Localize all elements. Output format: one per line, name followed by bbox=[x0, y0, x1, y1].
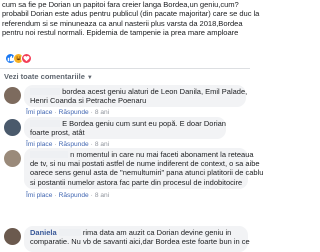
reply-link[interactable]: Răspunde bbox=[59, 141, 89, 148]
redacted-author bbox=[30, 88, 60, 95]
redacted-author bbox=[30, 120, 60, 127]
comments-header-label: Vezi toate comentariile bbox=[4, 72, 85, 81]
love-icon bbox=[21, 53, 32, 64]
comment-text: E Bordea geniu cum sunt eu popă. E doar … bbox=[62, 119, 226, 128]
avatar[interactable] bbox=[4, 228, 21, 245]
like-link[interactable]: Îmi place bbox=[26, 192, 52, 199]
like-link[interactable]: Îmi place bbox=[26, 109, 52, 116]
comment-bubble: bordea acest geniu alaturi de Leon Danil… bbox=[24, 85, 248, 107]
comment-text: bordea acest geniu alaturi de Leon Danil… bbox=[62, 87, 248, 96]
comment-bubble: E Bordea geniu cum sunt eu popă. E doar … bbox=[24, 117, 226, 139]
like-link[interactable]: Îmi place bbox=[26, 141, 52, 148]
divider bbox=[0, 68, 250, 69]
post-line: cum sa fie pe Dorian un papitoi fara cre… bbox=[2, 0, 239, 9]
comment-bubble: n momentul in care nu mai faceti aboname… bbox=[24, 148, 264, 189]
comment-text: foarte prost, atât bbox=[30, 128, 85, 138]
post-line: pentru noi restul normali. Epidemia de t… bbox=[2, 28, 239, 38]
reactions-bar bbox=[0, 51, 250, 67]
view-comments-toggle[interactable]: Vezi toate comentariile ▼ bbox=[4, 72, 93, 81]
comment-text: oarece sens genul asta de "nemultumiri" … bbox=[30, 168, 264, 178]
comment-bubble: Daniela rima data am auzit ca Dorian dev… bbox=[24, 226, 250, 252]
redacted-author bbox=[30, 151, 68, 158]
comment-actions: Îmi place · Răspunde · 8 ani bbox=[26, 192, 110, 199]
comment-text: de tv, si nu mai postati astfel de nume … bbox=[30, 159, 260, 169]
reply-link[interactable]: Răspunde bbox=[59, 109, 89, 116]
comment-author[interactable]: Daniela bbox=[30, 228, 57, 237]
avatar[interactable] bbox=[4, 150, 21, 167]
comment-text: si postantii numelor astora fac parte di… bbox=[30, 177, 243, 187]
comment-actions: Îmi place · Răspunde · 8 ani bbox=[26, 109, 110, 116]
comment-text: rima data am auzit ca Dorian devine geni… bbox=[82, 228, 232, 237]
timestamp[interactable]: 8 ani bbox=[95, 141, 109, 148]
timestamp[interactable]: 8 ani bbox=[95, 192, 109, 199]
avatar[interactable] bbox=[4, 87, 21, 104]
reply-link[interactable]: Răspunde bbox=[59, 192, 89, 199]
timestamp[interactable]: 8 ani bbox=[95, 109, 109, 116]
comment-text: comparatie. Nu vb de savanti aici,dar Bo… bbox=[30, 237, 250, 247]
avatar[interactable] bbox=[4, 119, 21, 136]
comment-text: Henri Coanda si Petrache Poenaru bbox=[30, 96, 147, 106]
post-line: referendum si se minuneaza ca anul naste… bbox=[2, 18, 243, 28]
post-text: cum sa fie pe Dorian un papitoi fara cre… bbox=[0, 0, 260, 38]
redacted-author bbox=[58, 229, 81, 236]
comment-text: n momentul in care nu mai faceti aboname… bbox=[70, 150, 254, 159]
caret-down-icon: ▼ bbox=[86, 75, 93, 81]
comment-actions: Îmi place · Răspunde · 8 ani bbox=[26, 141, 110, 148]
post-line: probabil Dorian este adus pentru publicu… bbox=[2, 9, 260, 19]
